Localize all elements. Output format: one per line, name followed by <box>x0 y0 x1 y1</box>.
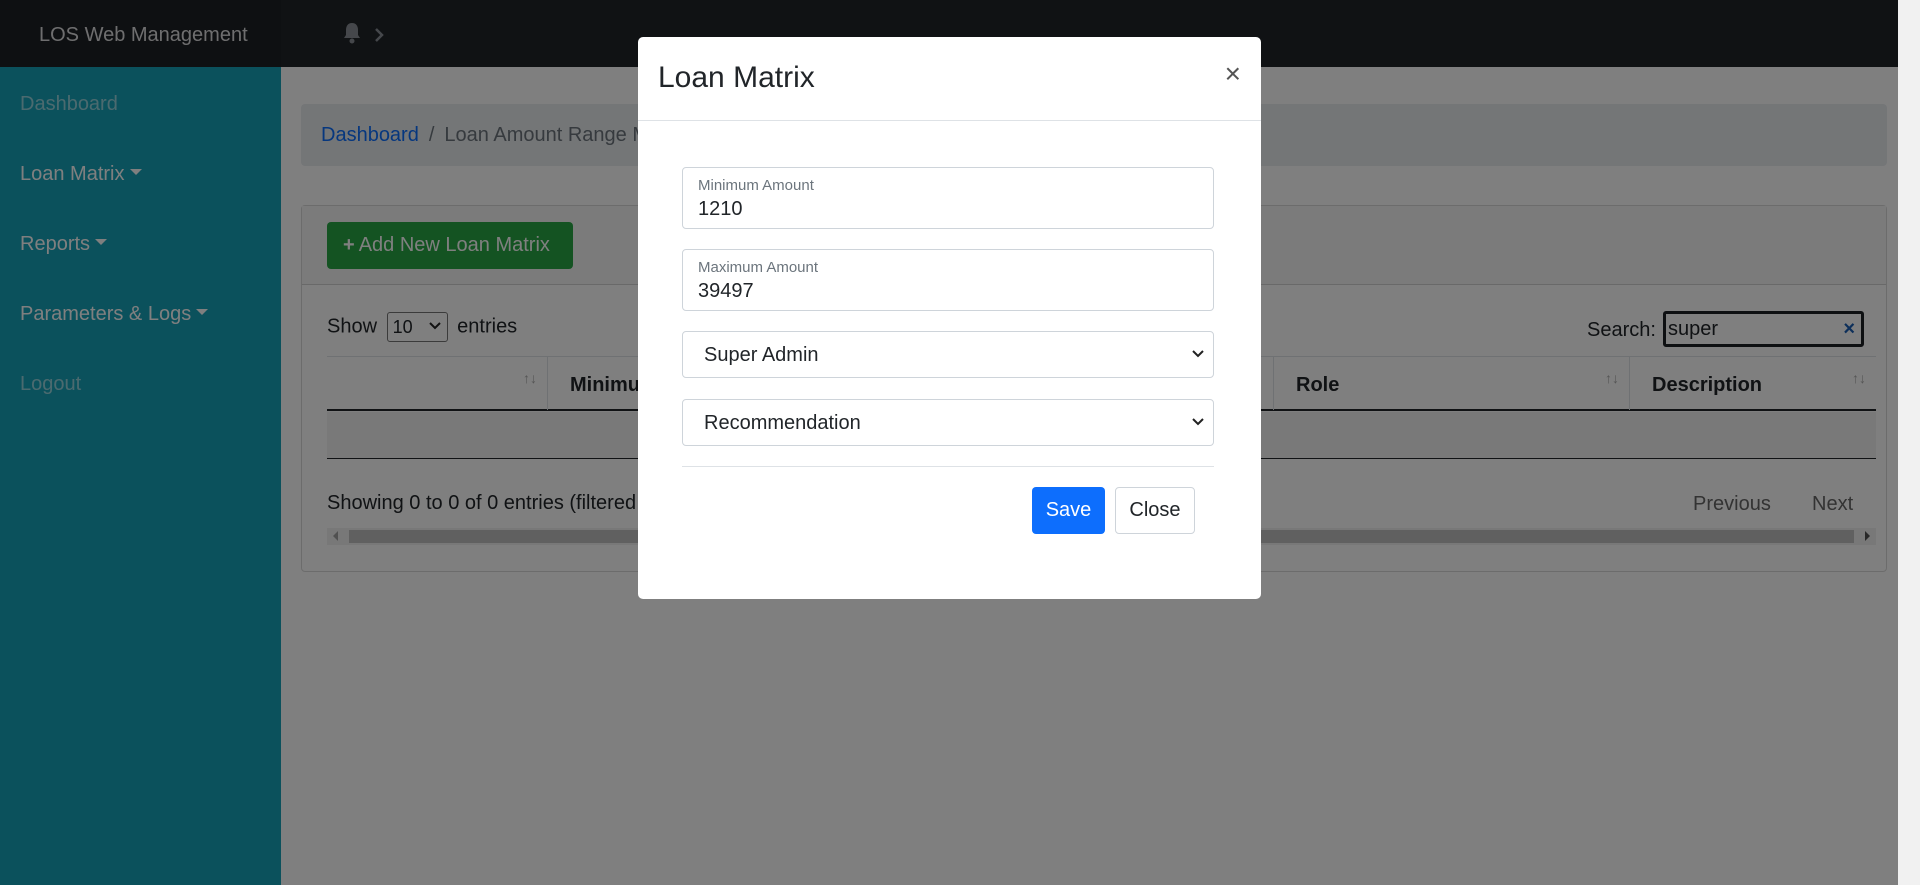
maximum-amount-label: Maximum Amount <box>698 259 819 276</box>
role-selected-value: Super Admin <box>704 344 819 366</box>
chevron-down-icon <box>1192 418 1204 426</box>
modal-title: Loan Matrix <box>658 61 815 94</box>
role-select[interactable]: Super Admin <box>682 331 1214 378</box>
modal-header: Loan Matrix × <box>638 37 1261 121</box>
save-button[interactable]: Save <box>1032 487 1105 534</box>
description-selected-value: Recommendation <box>704 412 861 434</box>
minimum-amount-field[interactable]: Minimum Amount 1210 <box>682 167 1214 229</box>
minimum-amount-label: Minimum Amount <box>698 177 814 194</box>
close-icon[interactable]: × <box>1225 60 1241 88</box>
maximum-amount-field[interactable]: Maximum Amount 39497 <box>682 249 1214 311</box>
loan-matrix-modal: Loan Matrix × Minimum Amount 1210 Maximu… <box>638 37 1261 599</box>
modal-divider <box>682 466 1214 467</box>
minimum-amount-value: 1210 <box>698 198 743 220</box>
maximum-amount-value: 39497 <box>698 280 754 302</box>
vertical-scrollbar[interactable] <box>1898 0 1920 885</box>
chevron-down-icon <box>1192 350 1204 358</box>
description-select[interactable]: Recommendation <box>682 399 1214 446</box>
close-button[interactable]: Close <box>1115 487 1195 534</box>
